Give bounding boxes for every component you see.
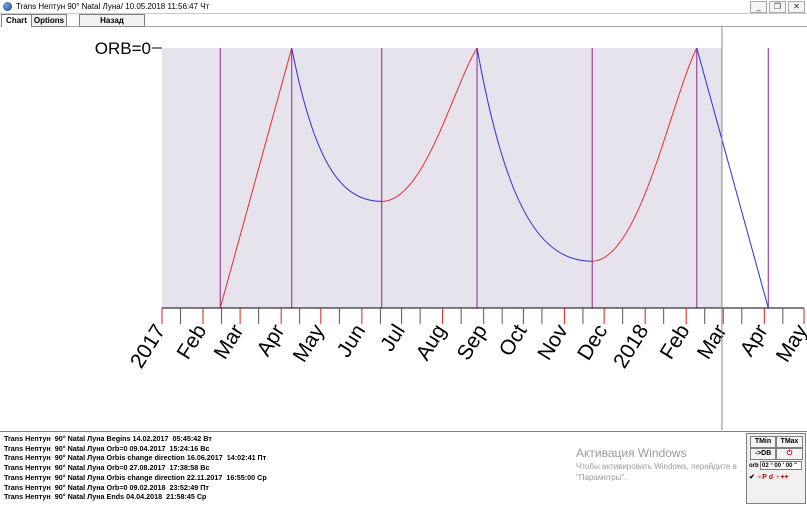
x-tick-label: Mar (210, 320, 249, 363)
x-tick-label: May (772, 320, 807, 366)
x-tick-label: Apr (736, 320, 773, 360)
x-tick-label: Oct (495, 320, 532, 360)
chart-shaded-region (162, 48, 722, 308)
orb-zero-label: ORB=0 (95, 39, 151, 58)
event-line[interactable]: Trans Нептун 90° Natal Луна Ends 04.04.2… (4, 492, 564, 502)
x-tick-label: 2017 (126, 320, 170, 372)
window-title: Trans Нептун 90° Natal Луна/ 10.05.2018 … (16, 2, 210, 11)
checkbox-icon[interactable]: ✔ (749, 474, 755, 481)
to-db-button[interactable]: ->DB (750, 448, 776, 460)
window-controls: _ ❐ ✕ (750, 1, 805, 13)
restore-button[interactable]: ❐ (769, 1, 786, 13)
back-button[interactable]: Назад (79, 14, 145, 27)
x-tick-label: Feb (173, 320, 212, 363)
x-tick-label: Sep (453, 320, 492, 364)
chart-area: ORB=0 2017 Feb Mar Apr May Jun Jul Aug Sep Oct Nov… (0, 27, 807, 430)
event-line[interactable]: Trans Нептун 90° Natal Луна Orbis change… (4, 453, 564, 463)
event-line[interactable]: Trans Нептун 90° Natal Луна Orb=0 09.02.… (4, 483, 564, 493)
tmax-button[interactable]: TMax (776, 436, 803, 448)
aspect-symbols: ♅P ☌ ♆++ (756, 474, 789, 481)
event-list: Trans Нептун 90° Natal Луна Begins 14.02… (4, 434, 564, 502)
x-tick-label: Jul (376, 320, 410, 355)
tab-options[interactable]: Options (31, 14, 67, 27)
x-tick-label: Feb (656, 320, 695, 363)
event-line[interactable]: Trans Нептун 90° Natal Луна Orb=0 09.04.… (4, 444, 564, 454)
orb-label: orb (749, 463, 759, 469)
close-button[interactable]: ✕ (788, 1, 805, 13)
x-tick-label: Mar (693, 320, 732, 363)
event-line[interactable]: Trans Нептун 90° Natal Луна Orbis change… (4, 473, 564, 483)
minimize-button[interactable]: _ (750, 1, 767, 13)
orb-input[interactable]: 02 ° 00 ' 00 " (760, 461, 802, 470)
x-tick-label: Apr (253, 320, 290, 360)
tab-bar: Chart Options Назад (0, 14, 807, 27)
power-button[interactable]: ⏻ (776, 448, 803, 460)
watermark-title: Активация Windows (576, 446, 687, 460)
x-axis: 2017 FebMar Apr May Jun Jul Aug Sep Oct Nov Dec201… (126, 307, 807, 372)
event-line[interactable]: Trans Нептун 90° Natal Луна Orb=0 27.08.… (4, 463, 564, 473)
orb-chart: ORB=0 2017 FebMar Apr May Jun Jul Aug Sep Oct Nov… (95, 27, 807, 430)
aspect-toggle[interactable]: ✔ ♅P ☌ ♆++ (749, 473, 789, 482)
x-tick-label: Jun (333, 320, 370, 361)
watermark-line: Чтобы активировать Windows, перейдите в (576, 462, 737, 471)
title-bar: Trans Нептун 90° Natal Луна/ 10.05.2018 … (0, 0, 807, 14)
event-line[interactable]: Trans Нептун 90° Natal Луна Begins 14.02… (4, 434, 564, 444)
x-tick-label: May (289, 320, 330, 366)
x-tick-label: 2018 (609, 320, 653, 372)
tmin-button[interactable]: TMin (750, 436, 776, 448)
power-icon: ⏻ (786, 450, 793, 457)
tab-chart[interactable]: Chart (1, 14, 32, 27)
x-tick-label: Aug (412, 320, 451, 364)
app-globe-icon (3, 2, 12, 11)
bottom-panel: Trans Нептун 90° Natal Луна Begins 14.02… (0, 431, 807, 505)
watermark-line: "Параметры". (576, 473, 627, 482)
control-panel: TMin TMax ->DB ⏻ orb 02 ° 00 ' 00 " ✔ ♅P… (746, 433, 806, 504)
windows-activation-watermark: Активация Windows Чтобы активировать Win… (576, 446, 737, 483)
x-tick-label: Nov (533, 320, 573, 364)
x-tick-label: Dec (573, 320, 612, 364)
